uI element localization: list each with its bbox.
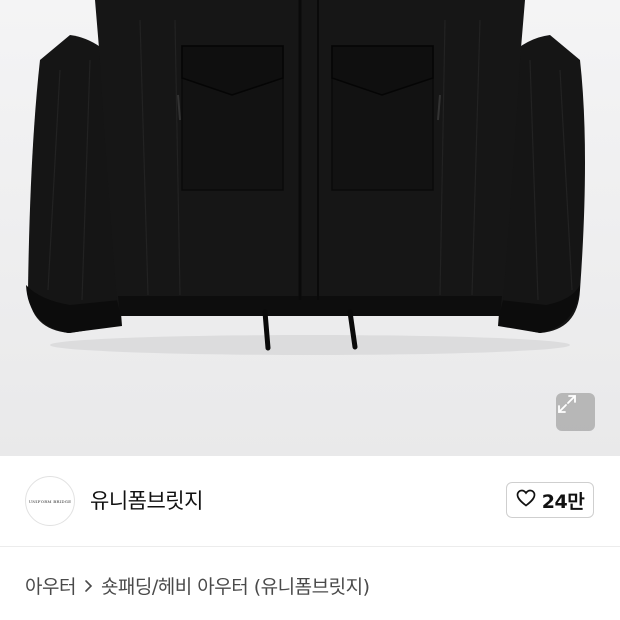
breadcrumb-item-outer[interactable]: 아우터 (25, 572, 76, 599)
seller-logo-text: UNIFORM BRIDGE (28, 498, 72, 504)
like-button[interactable]: 24만 (506, 482, 594, 518)
heart-outline-icon (516, 489, 536, 511)
seller-section: UNIFORM BRIDGE 유니폼브릿지 24만 (0, 456, 620, 547)
like-count: 24만 (541, 490, 585, 513)
expand-image-button[interactable] (556, 393, 595, 431)
chevron-right-icon (84, 579, 93, 593)
seller-name[interactable]: 유니폼브릿지 (90, 485, 203, 515)
breadcrumb-item-category[interactable]: 숏패딩/헤비 아우터 (유니폼브릿지) (101, 572, 370, 599)
jacket-illustration (26, 0, 585, 355)
product-image[interactable] (0, 0, 620, 456)
seller-logo[interactable]: UNIFORM BRIDGE (25, 476, 75, 526)
breadcrumb: 아우터 숏패딩/헤비 아우터 (유니폼브릿지) (25, 572, 370, 599)
